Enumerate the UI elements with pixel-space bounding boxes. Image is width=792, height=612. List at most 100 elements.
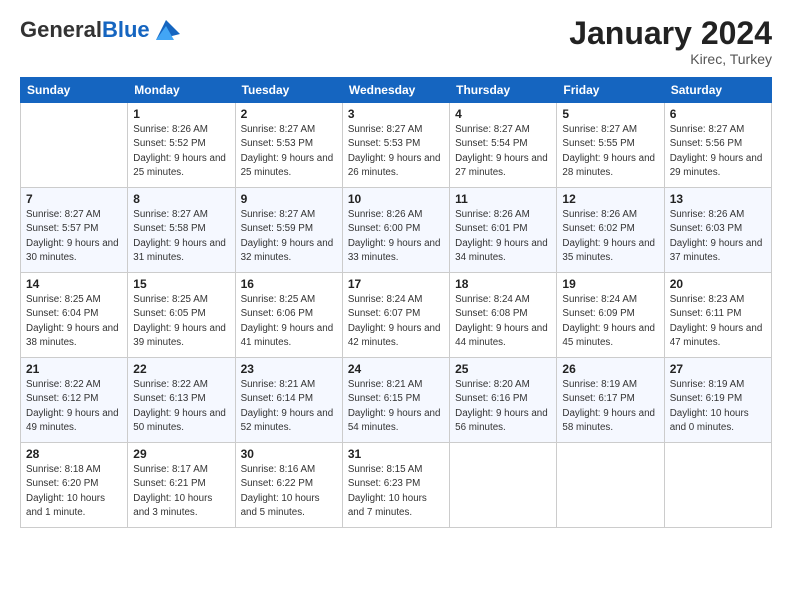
- day-number: 31: [348, 447, 444, 461]
- day-info: Sunrise: 8:25 AM Sunset: 6:05 PM Dayligh…: [133, 293, 229, 350]
- sunrise: Sunrise: 8:22 AM: [133, 379, 208, 390]
- daylight: Daylight: 9 hours and 38 minutes.: [26, 323, 119, 348]
- day-info: Sunrise: 8:26 AM Sunset: 6:01 PM Dayligh…: [455, 208, 551, 265]
- col-sunday: Sunday: [21, 78, 128, 103]
- sunset: Sunset: 6:17 PM: [562, 393, 634, 404]
- daylight: Daylight: 9 hours and 29 minutes.: [670, 153, 763, 178]
- cell-w4-d2: 30 Sunrise: 8:16 AM Sunset: 6:22 PM Dayl…: [235, 443, 342, 528]
- day-number: 3: [348, 107, 444, 121]
- col-saturday: Saturday: [664, 78, 771, 103]
- sunrise: Sunrise: 8:27 AM: [562, 124, 637, 135]
- daylight: Daylight: 9 hours and 39 minutes.: [133, 323, 226, 348]
- day-info: Sunrise: 8:24 AM Sunset: 6:07 PM Dayligh…: [348, 293, 444, 350]
- cell-w0-d1: 1 Sunrise: 8:26 AM Sunset: 5:52 PM Dayli…: [128, 103, 235, 188]
- day-info: Sunrise: 8:27 AM Sunset: 5:56 PM Dayligh…: [670, 123, 766, 180]
- daylight: Daylight: 9 hours and 45 minutes.: [562, 323, 655, 348]
- cell-w1-d4: 11 Sunrise: 8:26 AM Sunset: 6:01 PM Dayl…: [450, 188, 557, 273]
- day-number: 13: [670, 192, 766, 206]
- sunrise: Sunrise: 8:19 AM: [562, 379, 637, 390]
- header-row: Sunday Monday Tuesday Wednesday Thursday…: [21, 78, 772, 103]
- sunset: Sunset: 5:58 PM: [133, 223, 205, 234]
- sunset: Sunset: 6:04 PM: [26, 308, 98, 319]
- cell-w3-d6: 27 Sunrise: 8:19 AM Sunset: 6:19 PM Dayl…: [664, 358, 771, 443]
- day-info: Sunrise: 8:27 AM Sunset: 5:54 PM Dayligh…: [455, 123, 551, 180]
- day-info: Sunrise: 8:15 AM Sunset: 6:23 PM Dayligh…: [348, 463, 444, 520]
- cell-w2-d0: 14 Sunrise: 8:25 AM Sunset: 6:04 PM Dayl…: [21, 273, 128, 358]
- sunset: Sunset: 6:02 PM: [562, 223, 634, 234]
- sunset: Sunset: 6:15 PM: [348, 393, 420, 404]
- sunrise: Sunrise: 8:22 AM: [26, 379, 101, 390]
- day-info: Sunrise: 8:27 AM Sunset: 5:59 PM Dayligh…: [241, 208, 337, 265]
- calendar-table: Sunday Monday Tuesday Wednesday Thursday…: [20, 77, 772, 528]
- sunrise: Sunrise: 8:18 AM: [26, 464, 101, 475]
- day-info: Sunrise: 8:16 AM Sunset: 6:22 PM Dayligh…: [241, 463, 337, 520]
- week-row-4: 28 Sunrise: 8:18 AM Sunset: 6:20 PM Dayl…: [21, 443, 772, 528]
- day-info: Sunrise: 8:25 AM Sunset: 6:04 PM Dayligh…: [26, 293, 122, 350]
- sunset: Sunset: 6:13 PM: [133, 393, 205, 404]
- daylight: Daylight: 9 hours and 28 minutes.: [562, 153, 655, 178]
- day-number: 21: [26, 362, 122, 376]
- cell-w0-d6: 6 Sunrise: 8:27 AM Sunset: 5:56 PM Dayli…: [664, 103, 771, 188]
- sunrise: Sunrise: 8:20 AM: [455, 379, 530, 390]
- sunrise: Sunrise: 8:25 AM: [241, 294, 316, 305]
- logo-general: General: [20, 17, 102, 42]
- daylight: Daylight: 9 hours and 56 minutes.: [455, 408, 548, 433]
- day-number: 7: [26, 192, 122, 206]
- col-wednesday: Wednesday: [342, 78, 449, 103]
- cell-w0-d2: 2 Sunrise: 8:27 AM Sunset: 5:53 PM Dayli…: [235, 103, 342, 188]
- day-info: Sunrise: 8:20 AM Sunset: 6:16 PM Dayligh…: [455, 378, 551, 435]
- title-area: January 2024 Kirec, Turkey: [569, 16, 772, 67]
- cell-w2-d1: 15 Sunrise: 8:25 AM Sunset: 6:05 PM Dayl…: [128, 273, 235, 358]
- day-info: Sunrise: 8:22 AM Sunset: 6:13 PM Dayligh…: [133, 378, 229, 435]
- sunrise: Sunrise: 8:27 AM: [26, 209, 101, 220]
- sunrise: Sunrise: 8:27 AM: [241, 209, 316, 220]
- day-info: Sunrise: 8:18 AM Sunset: 6:20 PM Dayligh…: [26, 463, 122, 520]
- sunrise: Sunrise: 8:19 AM: [670, 379, 745, 390]
- daylight: Daylight: 9 hours and 44 minutes.: [455, 323, 548, 348]
- day-number: 26: [562, 362, 658, 376]
- day-number: 29: [133, 447, 229, 461]
- cell-w0-d3: 3 Sunrise: 8:27 AM Sunset: 5:53 PM Dayli…: [342, 103, 449, 188]
- sunrise: Sunrise: 8:26 AM: [455, 209, 530, 220]
- day-number: 25: [455, 362, 551, 376]
- sunset: Sunset: 6:09 PM: [562, 308, 634, 319]
- sunset: Sunset: 6:06 PM: [241, 308, 313, 319]
- day-number: 20: [670, 277, 766, 291]
- sunset: Sunset: 6:05 PM: [133, 308, 205, 319]
- daylight: Daylight: 10 hours and 5 minutes.: [241, 493, 320, 518]
- day-info: Sunrise: 8:23 AM Sunset: 6:11 PM Dayligh…: [670, 293, 766, 350]
- day-number: 22: [133, 362, 229, 376]
- day-info: Sunrise: 8:19 AM Sunset: 6:17 PM Dayligh…: [562, 378, 658, 435]
- day-info: Sunrise: 8:26 AM Sunset: 6:00 PM Dayligh…: [348, 208, 444, 265]
- day-number: 18: [455, 277, 551, 291]
- sunset: Sunset: 5:53 PM: [348, 138, 420, 149]
- sunset: Sunset: 5:52 PM: [133, 138, 205, 149]
- day-number: 17: [348, 277, 444, 291]
- day-number: 9: [241, 192, 337, 206]
- daylight: Daylight: 9 hours and 52 minutes.: [241, 408, 334, 433]
- sunrise: Sunrise: 8:26 AM: [348, 209, 423, 220]
- daylight: Daylight: 9 hours and 26 minutes.: [348, 153, 441, 178]
- daylight: Daylight: 9 hours and 37 minutes.: [670, 238, 763, 263]
- sunset: Sunset: 6:23 PM: [348, 478, 420, 489]
- cell-w3-d5: 26 Sunrise: 8:19 AM Sunset: 6:17 PM Dayl…: [557, 358, 664, 443]
- sunrise: Sunrise: 8:27 AM: [455, 124, 530, 135]
- sunset: Sunset: 6:07 PM: [348, 308, 420, 319]
- day-number: 24: [348, 362, 444, 376]
- day-number: 16: [241, 277, 337, 291]
- sunrise: Sunrise: 8:15 AM: [348, 464, 423, 475]
- daylight: Daylight: 9 hours and 54 minutes.: [348, 408, 441, 433]
- sunrise: Sunrise: 8:24 AM: [562, 294, 637, 305]
- cell-w4-d0: 28 Sunrise: 8:18 AM Sunset: 6:20 PM Dayl…: [21, 443, 128, 528]
- daylight: Daylight: 9 hours and 32 minutes.: [241, 238, 334, 263]
- day-info: Sunrise: 8:27 AM Sunset: 5:57 PM Dayligh…: [26, 208, 122, 265]
- header: GeneralBlue January 2024 Kirec, Turkey: [20, 16, 772, 67]
- daylight: Daylight: 9 hours and 41 minutes.: [241, 323, 334, 348]
- cell-w3-d2: 23 Sunrise: 8:21 AM Sunset: 6:14 PM Dayl…: [235, 358, 342, 443]
- daylight: Daylight: 9 hours and 31 minutes.: [133, 238, 226, 263]
- day-info: Sunrise: 8:27 AM Sunset: 5:53 PM Dayligh…: [241, 123, 337, 180]
- logo-text: GeneralBlue: [20, 18, 150, 42]
- sunrise: Sunrise: 8:25 AM: [26, 294, 101, 305]
- sunset: Sunset: 6:00 PM: [348, 223, 420, 234]
- day-info: Sunrise: 8:21 AM Sunset: 6:15 PM Dayligh…: [348, 378, 444, 435]
